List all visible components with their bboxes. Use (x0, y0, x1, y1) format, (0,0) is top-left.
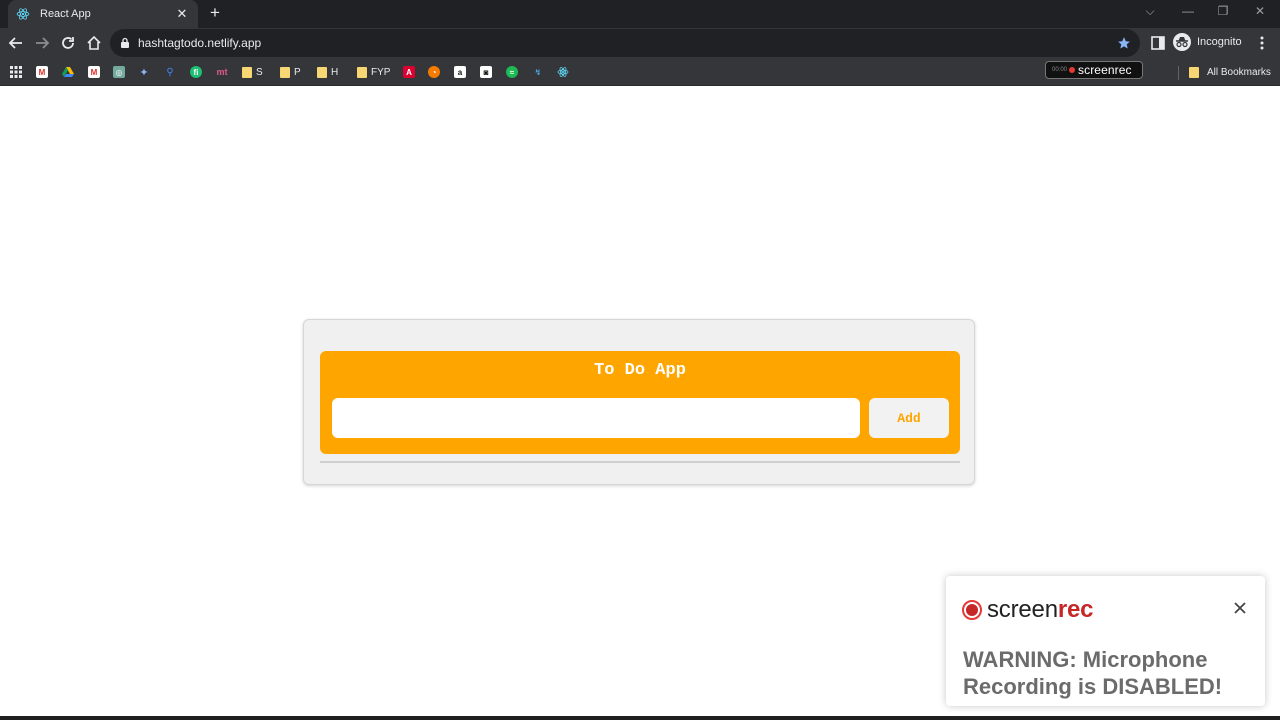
new-tab-button[interactable]: + (205, 3, 225, 23)
record-dot-icon (1069, 67, 1076, 73)
close-window-button[interactable]: ✕ (1250, 4, 1270, 18)
mt-bookmark-icon[interactable]: mt (214, 64, 230, 80)
browser-toolbar: hashtagtodo.netlify.app Incognito (0, 28, 1280, 58)
todo-input[interactable] (332, 398, 860, 438)
minimize-button[interactable]: — (1178, 4, 1198, 18)
angular-bookmark-icon[interactable]: A (403, 64, 415, 80)
folder-icon (357, 66, 367, 78)
forward-arrow-icon (36, 37, 50, 49)
profile-label: Incognito (1197, 36, 1242, 48)
folder-icon (242, 66, 252, 78)
bookmarks-bar: M M ◎ ✦ ⚲ fi mt S P H FYP A ◔ a ◙ ≈ ↯ 00… (0, 58, 1280, 86)
folder-icon (1189, 66, 1199, 78)
folder-icon (280, 66, 290, 78)
timer-dots: 00:00 (1052, 67, 1068, 73)
logo-text-screen: screen (987, 596, 1058, 623)
bookmark-star-icon[interactable] (1116, 35, 1132, 51)
incognito-profile[interactable]: Incognito (1173, 33, 1242, 51)
tab-title: React App (40, 8, 91, 20)
side-panel-icon (1151, 36, 1165, 50)
bookmark-folder-fyp[interactable]: FYP (357, 64, 390, 80)
incognito-icon (1173, 33, 1191, 51)
chatgpt-bookmark-icon[interactable]: ◎ (113, 64, 125, 80)
drive-bookmark-icon[interactable] (62, 64, 74, 80)
screenrec-logo-icon (962, 600, 982, 620)
address-bar[interactable]: hashtagtodo.netlify.app (110, 29, 1140, 57)
home-button[interactable] (84, 33, 104, 53)
gemini-bookmark-icon[interactable]: ✦ (138, 64, 150, 80)
tab-strip: React App ✕ + ⌵ — ❐ ✕ (0, 0, 1280, 28)
fiverr-bookmark-icon[interactable]: fi (190, 64, 202, 80)
apps-grid-icon[interactable] (10, 64, 22, 80)
folder-icon (317, 66, 327, 78)
popup-close-icon[interactable] (1232, 600, 1248, 616)
blue-bookmark-icon[interactable]: ↯ (532, 64, 544, 80)
react-bookmark-icon[interactable] (557, 64, 569, 80)
menu-button[interactable] (1252, 33, 1272, 53)
bookmark-folder-h[interactable]: H (317, 64, 338, 80)
all-bookmarks-button[interactable]: All Bookmarks (1189, 64, 1271, 80)
react-favicon-icon (16, 7, 30, 21)
home-icon (87, 35, 101, 50)
todo-card: To Do App Add (303, 319, 975, 485)
dark-bookmark-icon[interactable]: ◙ (480, 64, 492, 80)
warning-message: WARNING: Microphone Recording is DISABLE… (963, 647, 1223, 699)
tab-react-app[interactable]: React App ✕ (8, 0, 198, 28)
bookmark-folder-s[interactable]: S (242, 64, 263, 80)
tab-search-icon[interactable]: ⌵ (1140, 4, 1160, 19)
screenrec-pill-label: screenrec (1078, 63, 1132, 77)
list-divider (320, 461, 960, 463)
reload-button[interactable] (58, 33, 78, 53)
screenrec-warning-popup: screen rec WARNING: Microphone Recording … (946, 576, 1265, 706)
back-button[interactable] (6, 33, 26, 53)
logo-text-rec: rec (1057, 596, 1094, 623)
amazon-bookmark-icon[interactable]: a (454, 64, 466, 80)
lock-icon (121, 37, 129, 48)
spotify-bookmark-icon[interactable]: ≈ (506, 64, 518, 80)
bookmark-folder-p[interactable]: P (280, 64, 301, 80)
taskbar-edge (0, 716, 1280, 720)
bookmarks-separator (1178, 66, 1179, 80)
all-bookmarks-label: All Bookmarks (1207, 66, 1271, 78)
search-bookmark-icon[interactable]: ⚲ (164, 64, 176, 80)
forward-button[interactable] (32, 33, 52, 53)
tab-close-icon[interactable]: ✕ (174, 6, 190, 22)
todo-header-banner: To Do App Add (320, 351, 960, 454)
restore-button[interactable]: ❐ (1213, 4, 1233, 18)
app-title: To Do App (594, 361, 686, 380)
screenrec-extension-pill[interactable]: 00:00 screenrec (1045, 61, 1143, 79)
back-arrow-icon (8, 37, 22, 49)
kebab-menu-icon (1260, 36, 1264, 50)
reload-icon (62, 37, 74, 49)
side-panel-button[interactable] (1148, 33, 1168, 53)
add-button[interactable]: Add (869, 398, 949, 438)
screenrec-logo: screen rec (962, 596, 1093, 624)
gmail-bookmark-2-icon[interactable]: M (88, 64, 100, 80)
url-text: hashtagtodo.netlify.app (138, 36, 262, 50)
gmail-bookmark-icon[interactable]: M (36, 64, 48, 80)
orange-bookmark-icon[interactable]: ◔ (428, 64, 440, 80)
